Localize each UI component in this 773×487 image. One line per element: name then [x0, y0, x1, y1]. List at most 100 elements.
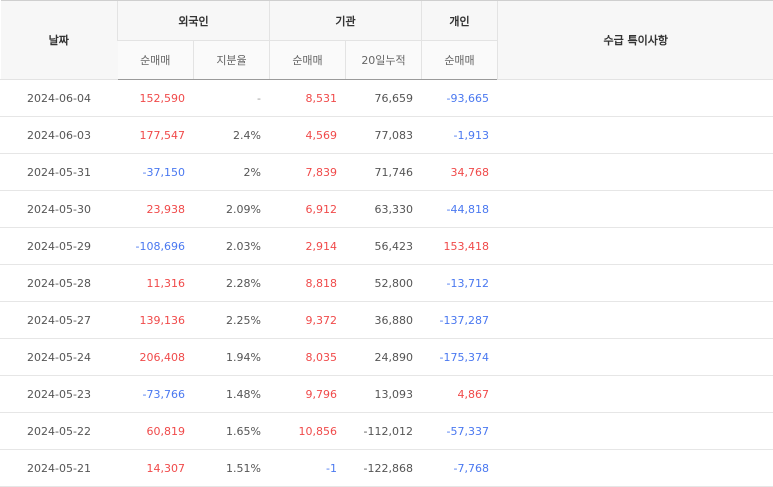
- cell-foreign-net: 60,819: [118, 413, 194, 450]
- header-inst-net: 순매매: [270, 41, 346, 80]
- cell-foreign-net: -37,150: [118, 154, 194, 191]
- cell-note: [498, 302, 773, 339]
- cell-indiv-net: 34,768: [422, 154, 498, 191]
- cell-foreign-ratio: 1.94%: [194, 339, 270, 376]
- cell-foreign-net: 177,547: [118, 117, 194, 154]
- cell-foreign-net: 23,938: [118, 191, 194, 228]
- cell-foreign-ratio: 2.4%: [194, 117, 270, 154]
- cell-inst-20d: 76,659: [346, 80, 422, 117]
- cell-inst-net: 7,839: [270, 154, 346, 191]
- cell-indiv-net: 153,418: [422, 228, 498, 265]
- cell-foreign-net: -108,696: [118, 228, 194, 265]
- table-row: 2024-05-2811,3162.28%8,81852,800-13,712: [1, 265, 773, 302]
- header-indiv-net: 순매매: [422, 41, 498, 80]
- cell-indiv-net: -175,374: [422, 339, 498, 376]
- table-row: 2024-05-31-37,1502%7,83971,74634,768: [1, 154, 773, 191]
- cell-note: [498, 191, 773, 228]
- investor-trading-table: 날짜 외국인 기관 개인 수급 특이사항 순매매 지분율 순매매 20일누적 순…: [0, 0, 773, 487]
- cell-inst-20d: 24,890: [346, 339, 422, 376]
- header-note: 수급 특이사항: [498, 1, 773, 80]
- header-foreign-net: 순매매: [118, 41, 194, 80]
- cell-inst-net: 8,818: [270, 265, 346, 302]
- cell-indiv-net: -57,337: [422, 413, 498, 450]
- cell-note: [498, 228, 773, 265]
- cell-note: [498, 265, 773, 302]
- cell-foreign-net: 206,408: [118, 339, 194, 376]
- table-row: 2024-06-03177,5472.4%4,56977,083-1,913: [1, 117, 773, 154]
- cell-foreign-ratio: 2.09%: [194, 191, 270, 228]
- header-individual: 개인: [422, 1, 498, 41]
- cell-note: [498, 154, 773, 191]
- table-row: 2024-05-2260,8191.65%10,856-112,012-57,3…: [1, 413, 773, 450]
- cell-inst-20d: 71,746: [346, 154, 422, 191]
- cell-note: [498, 450, 773, 487]
- cell-inst-net: 9,372: [270, 302, 346, 339]
- cell-foreign-net: 139,136: [118, 302, 194, 339]
- cell-indiv-net: -44,818: [422, 191, 498, 228]
- cell-foreign-ratio: 2.25%: [194, 302, 270, 339]
- cell-date: 2024-05-27: [1, 302, 118, 339]
- cell-note: [498, 117, 773, 154]
- cell-inst-20d: 13,093: [346, 376, 422, 413]
- table-row: 2024-05-2114,3071.51%-1-122,868-7,768: [1, 450, 773, 487]
- cell-foreign-ratio: 1.48%: [194, 376, 270, 413]
- cell-indiv-net: -1,913: [422, 117, 498, 154]
- cell-date: 2024-05-21: [1, 450, 118, 487]
- cell-date: 2024-05-24: [1, 339, 118, 376]
- cell-foreign-ratio: 2.28%: [194, 265, 270, 302]
- cell-foreign-net: 11,316: [118, 265, 194, 302]
- cell-date: 2024-05-29: [1, 228, 118, 265]
- cell-inst-20d: 36,880: [346, 302, 422, 339]
- cell-inst-net: 8,035: [270, 339, 346, 376]
- table-row: 2024-05-24206,4081.94%8,03524,890-175,37…: [1, 339, 773, 376]
- cell-note: [498, 376, 773, 413]
- cell-indiv-net: -137,287: [422, 302, 498, 339]
- header-inst-20d: 20일누적: [346, 41, 422, 80]
- cell-date: 2024-05-28: [1, 265, 118, 302]
- cell-inst-20d: 52,800: [346, 265, 422, 302]
- cell-foreign-ratio: 1.65%: [194, 413, 270, 450]
- cell-inst-net: -1: [270, 450, 346, 487]
- table-body: 2024-06-04152,590-8,53176,659-93,6652024…: [1, 80, 773, 487]
- cell-inst-net: 8,531: [270, 80, 346, 117]
- cell-foreign-ratio: -: [194, 80, 270, 117]
- cell-inst-net: 9,796: [270, 376, 346, 413]
- cell-foreign-ratio: 2%: [194, 154, 270, 191]
- cell-date: 2024-05-31: [1, 154, 118, 191]
- cell-indiv-net: 4,867: [422, 376, 498, 413]
- header-date: 날짜: [1, 1, 118, 80]
- cell-note: [498, 339, 773, 376]
- table-row: 2024-05-3023,9382.09%6,91263,330-44,818: [1, 191, 773, 228]
- cell-note: [498, 80, 773, 117]
- cell-indiv-net: -13,712: [422, 265, 498, 302]
- cell-inst-20d: 63,330: [346, 191, 422, 228]
- cell-date: 2024-05-30: [1, 191, 118, 228]
- cell-inst-20d: 56,423: [346, 228, 422, 265]
- cell-foreign-net: -73,766: [118, 376, 194, 413]
- cell-foreign-ratio: 1.51%: [194, 450, 270, 487]
- cell-inst-20d: 77,083: [346, 117, 422, 154]
- table-row: 2024-05-27139,1362.25%9,37236,880-137,28…: [1, 302, 773, 339]
- cell-inst-net: 2,914: [270, 228, 346, 265]
- cell-foreign-net: 14,307: [118, 450, 194, 487]
- cell-foreign-net: 152,590: [118, 80, 194, 117]
- table-row: 2024-06-04152,590-8,53176,659-93,665: [1, 80, 773, 117]
- header-foreign-ratio: 지분율: [194, 41, 270, 80]
- cell-date: 2024-06-03: [1, 117, 118, 154]
- cell-foreign-ratio: 2.03%: [194, 228, 270, 265]
- cell-inst-net: 10,856: [270, 413, 346, 450]
- cell-inst-20d: -122,868: [346, 450, 422, 487]
- cell-inst-20d: -112,012: [346, 413, 422, 450]
- cell-indiv-net: -7,768: [422, 450, 498, 487]
- table-row: 2024-05-23-73,7661.48%9,79613,0934,867: [1, 376, 773, 413]
- header-foreign: 외국인: [118, 1, 270, 41]
- cell-indiv-net: -93,665: [422, 80, 498, 117]
- cell-date: 2024-05-22: [1, 413, 118, 450]
- header-institution: 기관: [270, 1, 422, 41]
- table-row: 2024-05-29-108,6962.03%2,91456,423153,41…: [1, 228, 773, 265]
- cell-date: 2024-06-04: [1, 80, 118, 117]
- cell-inst-net: 4,569: [270, 117, 346, 154]
- cell-note: [498, 413, 773, 450]
- cell-inst-net: 6,912: [270, 191, 346, 228]
- cell-date: 2024-05-23: [1, 376, 118, 413]
